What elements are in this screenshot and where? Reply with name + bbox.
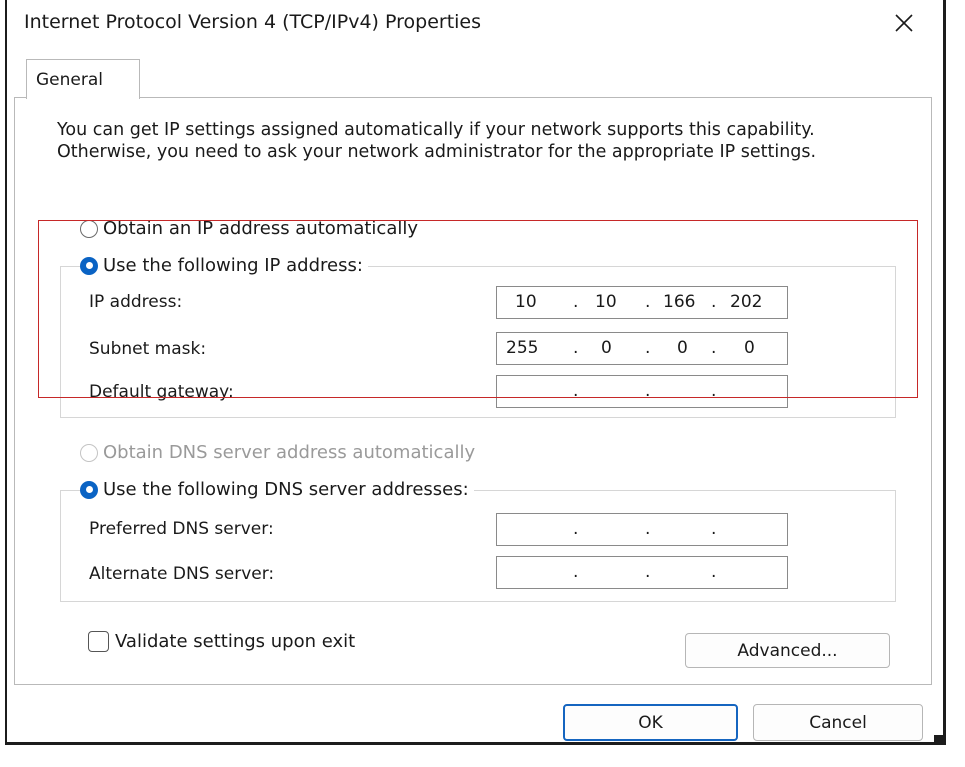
octet-separator: . — [573, 519, 579, 539]
ip-address-label: IP address: — [89, 292, 183, 312]
window-corner — [934, 735, 944, 745]
octet-separator: . — [573, 562, 579, 582]
radio-use-following-ip-label: Use the following IP address: — [103, 255, 363, 276]
alternate-dns-input[interactable]: . . . — [496, 556, 788, 589]
close-icon — [895, 14, 913, 32]
radio-obtain-dns-auto[interactable]: Obtain DNS server address automatically — [80, 442, 481, 463]
octet-separator: . — [711, 562, 717, 582]
subnet-octet-2: 0 — [601, 338, 612, 358]
preferred-dns-input[interactable]: . . . — [496, 513, 788, 546]
subnet-octet-4: 0 — [744, 338, 755, 358]
octet-separator: . — [645, 562, 651, 582]
validate-settings-label: Validate settings upon exit — [115, 631, 356, 652]
description-text: You can get IP settings assigned automat… — [57, 120, 817, 162]
checkbox-unchecked-icon — [88, 631, 109, 652]
octet-separator: . — [645, 519, 651, 539]
default-gateway-input[interactable]: . . . — [496, 375, 788, 408]
radio-use-following-ip[interactable]: Use the following IP address: — [80, 255, 368, 276]
radio-selected-icon — [80, 480, 98, 499]
ip-octet-4: 202 — [730, 292, 763, 312]
ip-octet-2: 10 — [595, 292, 617, 312]
advanced-button[interactable]: Advanced... — [685, 633, 890, 668]
octet-separator: . — [711, 338, 717, 358]
ip-octet-1: 10 — [515, 292, 537, 312]
subnet-octet-3: 0 — [677, 338, 688, 358]
ip-octet-3: 166 — [663, 292, 696, 312]
octet-separator: . — [645, 338, 651, 358]
radio-selected-icon — [80, 256, 98, 275]
octet-separator: . — [573, 381, 579, 401]
close-button[interactable] — [884, 6, 924, 40]
default-gateway-label: Default gateway: — [89, 382, 234, 402]
octet-separator: . — [573, 292, 579, 312]
subnet-mask-input[interactable]: 255 . 0 . 0 . 0 — [496, 332, 788, 365]
radio-use-following-dns-label: Use the following DNS server addresses: — [103, 479, 469, 500]
octet-separator: . — [645, 381, 651, 401]
ip-address-input[interactable]: 10 . 10 . 166 . 202 — [496, 286, 788, 319]
radio-obtain-dns-auto-label: Obtain DNS server address automatically — [103, 442, 476, 463]
subnet-octet-1: 255 — [506, 338, 539, 358]
octet-separator: . — [573, 338, 579, 358]
alternate-dns-label: Alternate DNS server: — [89, 564, 275, 584]
window-title: Internet Protocol Version 4 (TCP/IPv4) P… — [24, 11, 482, 33]
octet-separator: . — [711, 292, 717, 312]
octet-separator: . — [645, 292, 651, 312]
radio-use-following-dns[interactable]: Use the following DNS server addresses: — [80, 479, 474, 500]
radio-obtain-ip-auto-label: Obtain an IP address automatically — [103, 218, 419, 239]
radio-disabled-icon — [80, 443, 98, 462]
octet-separator: . — [711, 519, 717, 539]
tab-general[interactable]: General — [26, 59, 140, 99]
subnet-mask-label: Subnet mask: — [89, 339, 207, 359]
cancel-button[interactable]: Cancel — [753, 704, 923, 741]
radio-obtain-ip-auto[interactable]: Obtain an IP address automatically — [80, 218, 424, 239]
ok-button[interactable]: OK — [563, 704, 738, 741]
preferred-dns-label: Preferred DNS server: — [89, 519, 274, 539]
validate-settings-checkbox[interactable]: Validate settings upon exit — [88, 631, 355, 652]
octet-separator: . — [711, 381, 717, 401]
radio-unselected-icon — [80, 219, 98, 238]
